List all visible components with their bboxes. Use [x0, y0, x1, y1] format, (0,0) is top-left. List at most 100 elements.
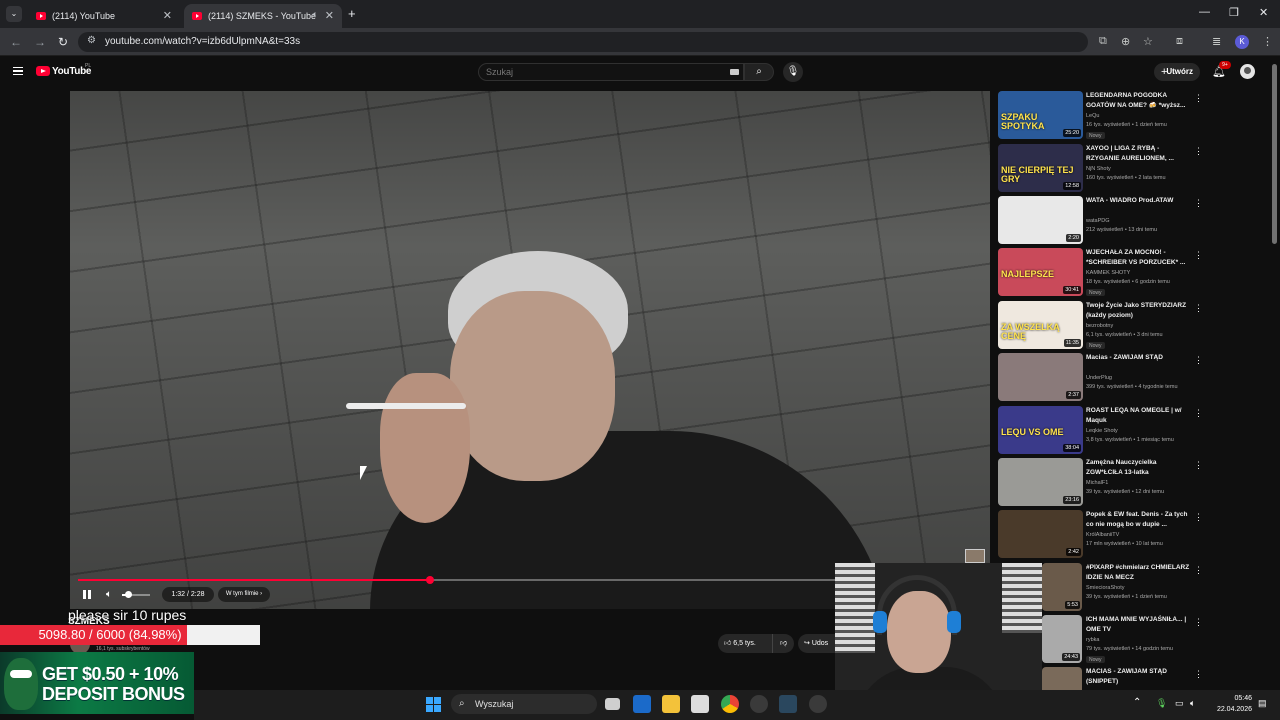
recommendation-thumbnail[interactable]: SZPAKU SPOTYKA 25:20	[998, 91, 1083, 139]
video-player[interactable]: szmeks	[70, 91, 990, 609]
restore-icon[interactable]: ❐	[1229, 6, 1239, 19]
bookmark-star-icon[interactable]: ☆	[1143, 35, 1153, 48]
steam-app-active-icon[interactable]	[779, 695, 797, 713]
recommendation-item[interactable]: NAJLEPSZE 30:41 WJECHAŁA ZA MOCNO! - *SCHR…	[998, 248, 1270, 298]
search-input[interactable]: Szukaj	[478, 63, 744, 81]
taskbar-search[interactable]: ⌕ Wyszukaj	[451, 694, 597, 714]
install-app-icon[interactable]: ⧉	[1099, 35, 1107, 48]
recommendation-channel[interactable]: UnderPlug	[1086, 375, 1112, 381]
progress-scrubber-handle[interactable]	[426, 576, 434, 584]
recommendation-channel[interactable]: wataPDG	[1086, 218, 1110, 224]
volume-icon[interactable]: 🔈︎	[106, 589, 112, 600]
steam-icon-2[interactable]	[809, 695, 827, 713]
windows-start-icon[interactable]	[426, 697, 441, 712]
file-explorer-icon[interactable]	[662, 695, 680, 713]
like-button[interactable]: 👍︎ 6,5 tys.	[718, 634, 768, 653]
more-options-icon[interactable]: ⋮	[1194, 355, 1203, 366]
recommendation-thumbnail[interactable]: 2:42	[998, 510, 1083, 558]
volume-slider-handle[interactable]	[125, 591, 132, 598]
recommendation-title[interactable]: LEGENDARNA POGODKA GOATÓW NA OME? 🍻 *wyż…	[1086, 91, 1192, 110]
forward-arrow-icon[interactable]: →	[34, 35, 46, 49]
recommendation-channel[interactable]: bezrobotny	[1086, 323, 1113, 329]
recommendation-channel[interactable]: NjN Shoty	[1086, 166, 1111, 172]
recommendation-title[interactable]: ICH MAMA MNIE WYJAŚNIŁA... | OME TV	[1086, 615, 1192, 634]
recommendation-item[interactable]: 24:43 ICH MAMA MNIE WYJAŚNIŁA... | OME TV…	[1042, 615, 1270, 665]
profile-avatar[interactable]: K	[1235, 35, 1249, 49]
recommendation-channel[interactable]: Leqkie Shoty	[1086, 428, 1118, 434]
tab-close-icon[interactable]: ✕	[325, 9, 334, 22]
more-options-icon[interactable]: ⋮	[1194, 250, 1203, 261]
recommendation-item[interactable]: 5:53 #PIXARP #chmielarz CHMIELARZ IDZIE N…	[1042, 563, 1270, 613]
volume-tray-icon[interactable]: 🔈︎	[1190, 698, 1195, 709]
more-options-icon[interactable]: ⋮	[1194, 617, 1203, 628]
minimize-icon[interactable]: —	[1199, 6, 1210, 18]
site-info-icon[interactable]: ⚙︎	[87, 35, 96, 46]
recommendation-channel[interactable]: MichalF1	[1086, 480, 1108, 486]
recommendation-title[interactable]: ROAST LEQA NA OMEGLE | w/ Maquk	[1086, 406, 1192, 425]
recommendation-thumbnail[interactable]: LEQU VS OME 38:04	[998, 406, 1083, 454]
recommendation-item[interactable]: 2:20 WATA - WIADRO Prod.ATAW wataPDG 212 wy…	[998, 196, 1270, 246]
recommendation-item[interactable]: NIE CIERPIĘ TEJ GRY 12:58 XAYOO | LIGA Z R…	[998, 144, 1270, 194]
more-options-icon[interactable]: ⋮	[1194, 565, 1203, 576]
speaker-icon[interactable]: 🔈︎	[313, 9, 318, 20]
recommendation-channel[interactable]: SmiecioraShoty	[1086, 585, 1125, 591]
microphone-tray-icon[interactable]: 🎙︎	[1156, 698, 1167, 709]
recommendation-item[interactable]: 23:16 Zamężna Nauczycielka ZGW*ŁCIŁA 13-l…	[998, 458, 1270, 508]
more-options-icon[interactable]: ⋮	[1194, 146, 1203, 157]
reading-list-icon[interactable]: ≣	[1212, 35, 1221, 48]
back-arrow-icon[interactable]: ←	[10, 35, 22, 49]
recommendation-thumbnail[interactable]: ZA WSZELKĄ CENĘ 11:35	[998, 301, 1083, 349]
chrome-icon[interactable]	[721, 695, 739, 713]
keyboard-icon[interactable]	[730, 69, 739, 75]
youtube-logo-icon[interactable]	[36, 66, 50, 76]
chapters-button[interactable]: W tym filmie ›	[218, 587, 270, 602]
recommendation-thumbnail[interactable]: 5:53	[1042, 563, 1082, 611]
more-options-icon[interactable]: ⋮	[1194, 408, 1203, 419]
more-options-icon[interactable]: ⋮	[1194, 669, 1203, 680]
steam-icon[interactable]	[750, 695, 768, 713]
dislike-button[interactable]: 👎︎	[772, 634, 794, 653]
recommendation-channel[interactable]: LeQu	[1086, 113, 1099, 119]
recommendation-thumbnail[interactable]: NIE CIERPIĘ TEJ GRY 12:58	[998, 144, 1083, 192]
search-button[interactable]: ⌕	[744, 63, 774, 81]
url-text[interactable]: youtube.com/watch?v=izb6dUlpmNA&t=33s	[105, 36, 300, 47]
extensions-icon[interactable]: ⧈	[1176, 35, 1183, 48]
more-options-icon[interactable]: ⋮	[1194, 303, 1203, 314]
tray-overflow-chevron-icon[interactable]: ⌃	[1133, 697, 1141, 708]
more-options-icon[interactable]: ⋮	[1194, 198, 1203, 209]
player-corner-thumbnail[interactable]	[965, 549, 985, 563]
tab-close-icon[interactable]: ✕	[163, 9, 172, 22]
recommendation-channel[interactable]: rybka	[1086, 637, 1099, 643]
recommendation-title[interactable]: Twoje Życie Jako STERYDZIARZ (każdy pozi…	[1086, 301, 1192, 320]
recommendation-title[interactable]: WATA - WIADRO Prod.ATAW	[1086, 196, 1192, 206]
recommendation-title[interactable]: #PIXARP #chmielarz CHMIELARZ IDZIE NA ME…	[1086, 563, 1192, 582]
reload-icon[interactable]: ↻	[58, 35, 68, 49]
menu-kebab-icon[interactable]: ⋮	[1262, 35, 1273, 48]
create-button[interactable]: + Utwórz	[1154, 63, 1200, 81]
task-view-icon[interactable]	[605, 698, 620, 710]
recommendation-title[interactable]: WJECHAŁA ZA MOCNO! - *SCHREIBER VS PORZU…	[1086, 248, 1192, 267]
page-scrollbar[interactable]	[1272, 64, 1277, 244]
tab-youtube-home[interactable]: (2114) YouTube ✕	[28, 4, 180, 28]
recommendation-title[interactable]: Zamężna Nauczycielka ZGW*ŁCIŁA 13-latka	[1086, 458, 1192, 477]
recommendation-thumbnail[interactable]: NAJLEPSZE 30:41	[998, 248, 1083, 296]
recommendation-title[interactable]: Macias - ZAWIJAM STĄD	[1086, 353, 1192, 363]
account-avatar[interactable]	[1240, 64, 1255, 79]
recommendation-title[interactable]: Popek & EW feat. Denis - Za tych co nie …	[1086, 510, 1192, 529]
recommendation-title[interactable]: MACIAS - ZAWIJAM STĄD (SNIPPET)	[1086, 667, 1192, 686]
recommendation-item[interactable]: LEQU VS OME 38:04 ROAST LEQA NA OMEGLE | w…	[998, 406, 1270, 456]
tab-szmeks-video[interactable]: (2114) SZMEKS - YouTube 🔈︎ ✕	[184, 4, 342, 28]
recommendation-title[interactable]: XAYOO | LIGA Z RYBĄ - RZYGANIE AURELIONE…	[1086, 144, 1192, 163]
recommendation-item[interactable]: 2:37 Macias - ZAWIJAM STĄD UnderPlug 399 ty…	[998, 353, 1270, 403]
recommendation-item[interactable]: SZPAKU SPOTYKA 25:20 LEGENDARNA POGODKA GO…	[998, 91, 1270, 141]
recommendation-channel[interactable]: KAMMEK SHOTY	[1086, 270, 1130, 276]
recommendation-thumbnail[interactable]: 2:37	[998, 353, 1083, 401]
close-window-icon[interactable]: ✕	[1259, 6, 1268, 19]
pause-icon[interactable]	[82, 589, 92, 600]
tab-search-button[interactable]: ⌄	[6, 6, 22, 22]
network-icon[interactable]: ▭	[1175, 698, 1184, 709]
recommendation-thumbnail[interactable]: 24:43	[1042, 615, 1082, 663]
voice-search-button[interactable]: 🎙︎	[783, 62, 803, 82]
more-options-icon[interactable]: ⋮	[1194, 512, 1203, 523]
recommendation-thumbnail[interactable]: 2:20	[998, 196, 1083, 244]
